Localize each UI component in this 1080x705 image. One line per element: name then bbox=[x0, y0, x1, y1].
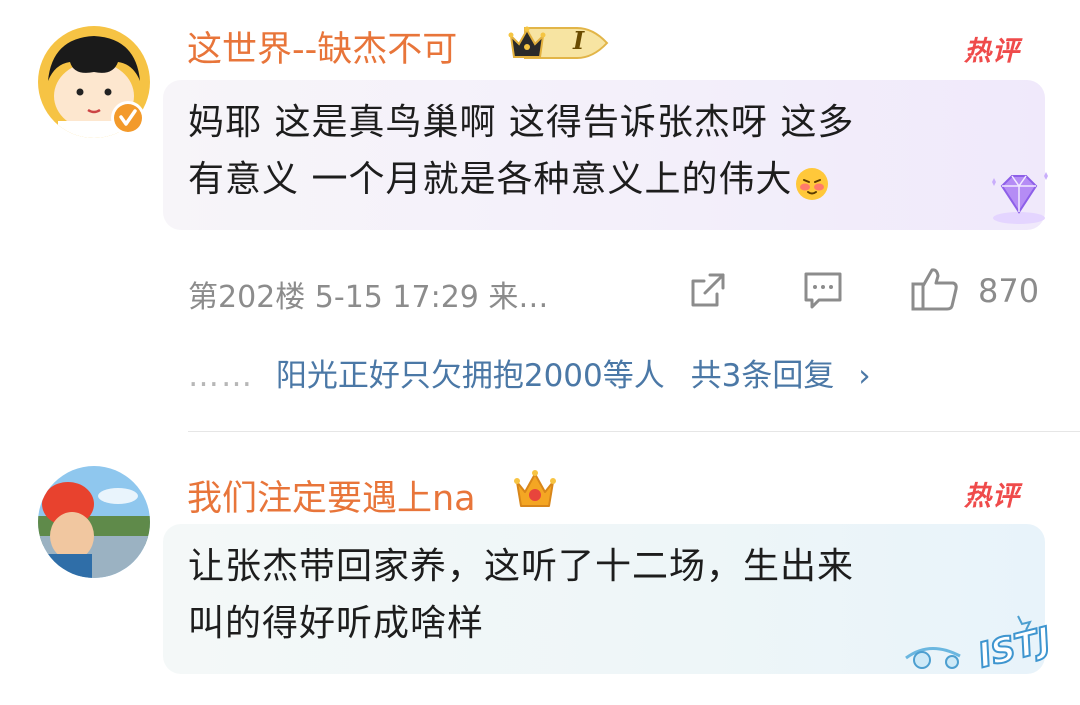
chevron-right-icon: › bbox=[858, 358, 871, 394]
reply-total[interactable]: 共3条回复 bbox=[691, 358, 835, 394]
reply-user[interactable]: 阳光正好只欠拥抱2000 bbox=[276, 358, 603, 394]
share-icon[interactable] bbox=[688, 270, 728, 310]
comment-line: 有意义 一个月就是各种意义上的伟大 bbox=[188, 151, 854, 208]
comment-line: 叫的得好听成啥样 bbox=[188, 603, 485, 644]
username[interactable]: 这世界--缺杰不可 bbox=[187, 21, 457, 72]
reply-suffix: 等人 bbox=[602, 358, 665, 394]
crown-icon bbox=[513, 468, 557, 512]
comment-card: 这世界--缺杰不可 I 热评 妈耶 这是真鸟巢啊 这得告诉张杰呀 这多 有意义 … bbox=[0, 0, 1080, 431]
comment-text: 妈耶 这是真鸟巢啊 这得告诉张杰呀 这多 有意义 一个月就是各种意义上的伟大 bbox=[188, 94, 854, 208]
hot-comment-badge: 热评 bbox=[964, 481, 1020, 512]
istj-sticker: ISTJ bbox=[900, 610, 1070, 680]
emoji-icon bbox=[794, 162, 830, 200]
comment-card: 我们注定要遇上na 热评 让张杰带回家养，这听了十二场，生出来 叫的得好听成啥样… bbox=[0, 432, 1080, 705]
verified-badge-icon bbox=[110, 100, 146, 136]
replies-dots: …… bbox=[188, 358, 254, 394]
hot-comment-badge: 热评 bbox=[964, 36, 1020, 67]
level-badge: I bbox=[573, 26, 585, 55]
comment-icon[interactable] bbox=[802, 270, 844, 310]
comment-line: 让张杰带回家养，这听了十二场，生出来 bbox=[188, 546, 855, 587]
comment-line: 妈耶 这是真鸟巢啊 这得告诉张杰呀 这多 bbox=[188, 102, 855, 143]
crown-icon: I bbox=[507, 22, 619, 64]
avatar[interactable] bbox=[38, 466, 150, 578]
like-count: 870 bbox=[978, 272, 1040, 310]
thumbs-up-icon[interactable] bbox=[910, 266, 960, 312]
replies-link[interactable]: …… 阳光正好只欠拥抱2000等人 共3条回复 › bbox=[188, 350, 871, 395]
comment-text: 让张杰带回家养，这听了十二场，生出来 叫的得好听成啥样 bbox=[188, 538, 854, 652]
username[interactable]: 我们注定要遇上na bbox=[187, 470, 476, 521]
comment-meta: 第202楼 5-15 17:29 来… bbox=[188, 280, 549, 315]
diamond-icon bbox=[984, 168, 1054, 228]
